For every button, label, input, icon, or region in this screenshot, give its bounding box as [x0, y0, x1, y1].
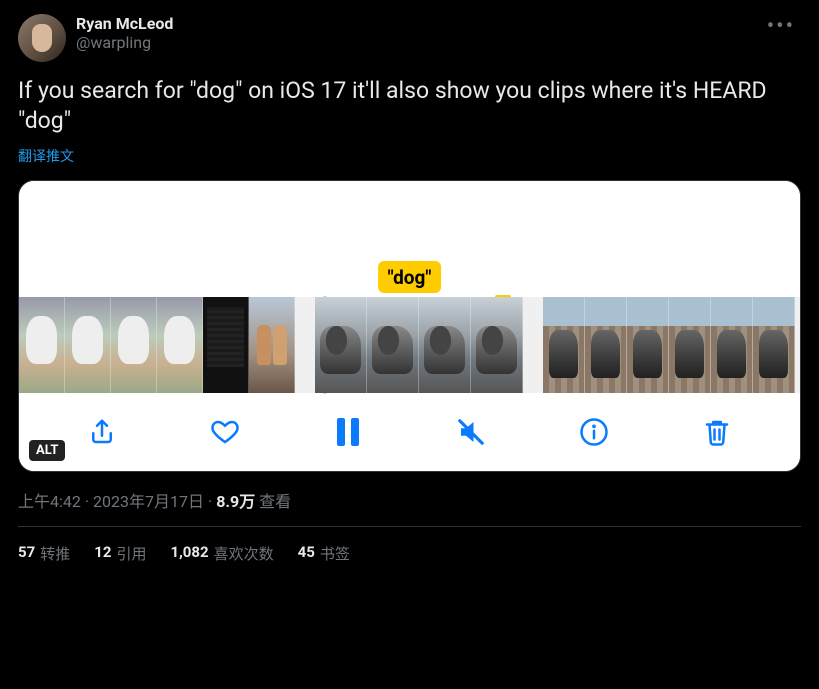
tweet-meta[interactable]: 上午4:42·2023年7月17日·8.9万 查看 [18, 488, 801, 526]
bookmarks-count: 45 [298, 543, 315, 564]
info-icon[interactable] [574, 412, 614, 452]
tweet-header: Ryan McLeod @warpling ••• [18, 14, 801, 62]
share-icon[interactable] [82, 412, 122, 452]
thumbnail-frame [249, 297, 295, 393]
quotes-count: 12 [94, 543, 111, 564]
media-toolbar [19, 393, 800, 471]
mute-icon[interactable] [451, 412, 491, 452]
quotes-label: 引用 [116, 543, 146, 564]
thumbnail-frame [627, 297, 669, 393]
thumbnail-frame [19, 297, 65, 393]
likes-label: 喜欢次数 [214, 543, 274, 564]
translate-link[interactable]: 翻译推文 [18, 146, 74, 166]
clip-group-2 [315, 297, 523, 393]
caption-bubble: "dog" [378, 261, 442, 293]
stats-row: 57 转推 12 引用 1,082 喜欢次数 45 书签 [18, 526, 801, 564]
avatar[interactable] [18, 14, 66, 62]
author-block[interactable]: Ryan McLeod @warpling [76, 14, 761, 52]
thumbnail-frame [367, 297, 419, 393]
retweets-stat[interactable]: 57 转推 [18, 543, 70, 564]
heart-icon[interactable] [205, 412, 245, 452]
tweet-container: Ryan McLeod @warpling ••• If you search … [0, 0, 819, 564]
thumbnail-frame [203, 297, 249, 393]
retweets-count: 57 [18, 543, 35, 564]
tweet-time: 上午4:42 [18, 492, 81, 511]
thumbnail-frame [65, 297, 111, 393]
likes-stat[interactable]: 1,082 喜欢次数 [170, 543, 273, 564]
trash-icon[interactable] [697, 412, 737, 452]
likes-count: 1,082 [170, 543, 208, 564]
views-label: 查看 [259, 492, 291, 511]
video-filmstrip[interactable] [19, 297, 800, 393]
pause-icon[interactable] [328, 412, 368, 452]
thumbnail-frame [669, 297, 711, 393]
retweets-label: 转推 [40, 543, 70, 564]
alt-badge[interactable]: ALT [29, 440, 65, 461]
thumbnail-frame [315, 297, 367, 393]
media-top-whitespace: "dog" [19, 181, 800, 297]
views-count: 8.9万 [216, 492, 255, 511]
bookmarks-label: 书签 [320, 543, 350, 564]
bookmarks-stat[interactable]: 45 书签 [298, 543, 350, 564]
clip-group-1 [19, 297, 295, 393]
quotes-stat[interactable]: 12 引用 [94, 543, 146, 564]
thumbnail-frame [471, 297, 523, 393]
thumbnail-frame [585, 297, 627, 393]
tweet-date: 2023年7月17日 [93, 492, 204, 511]
thumbnail-frame [753, 297, 795, 393]
media-card[interactable]: "dog" [18, 180, 801, 472]
more-icon[interactable]: ••• [761, 14, 801, 40]
thumbnail-frame [157, 297, 203, 393]
handle: @warpling [76, 33, 761, 52]
thumbnail-frame [711, 297, 753, 393]
tweet-text: If you search for "dog" on iOS 17 it'll … [18, 76, 801, 136]
display-name: Ryan McLeod [76, 14, 761, 33]
thumbnail-frame [543, 297, 585, 393]
thumbnail-frame [111, 297, 157, 393]
clip-group-3 [543, 297, 795, 393]
thumbnail-frame [419, 297, 471, 393]
